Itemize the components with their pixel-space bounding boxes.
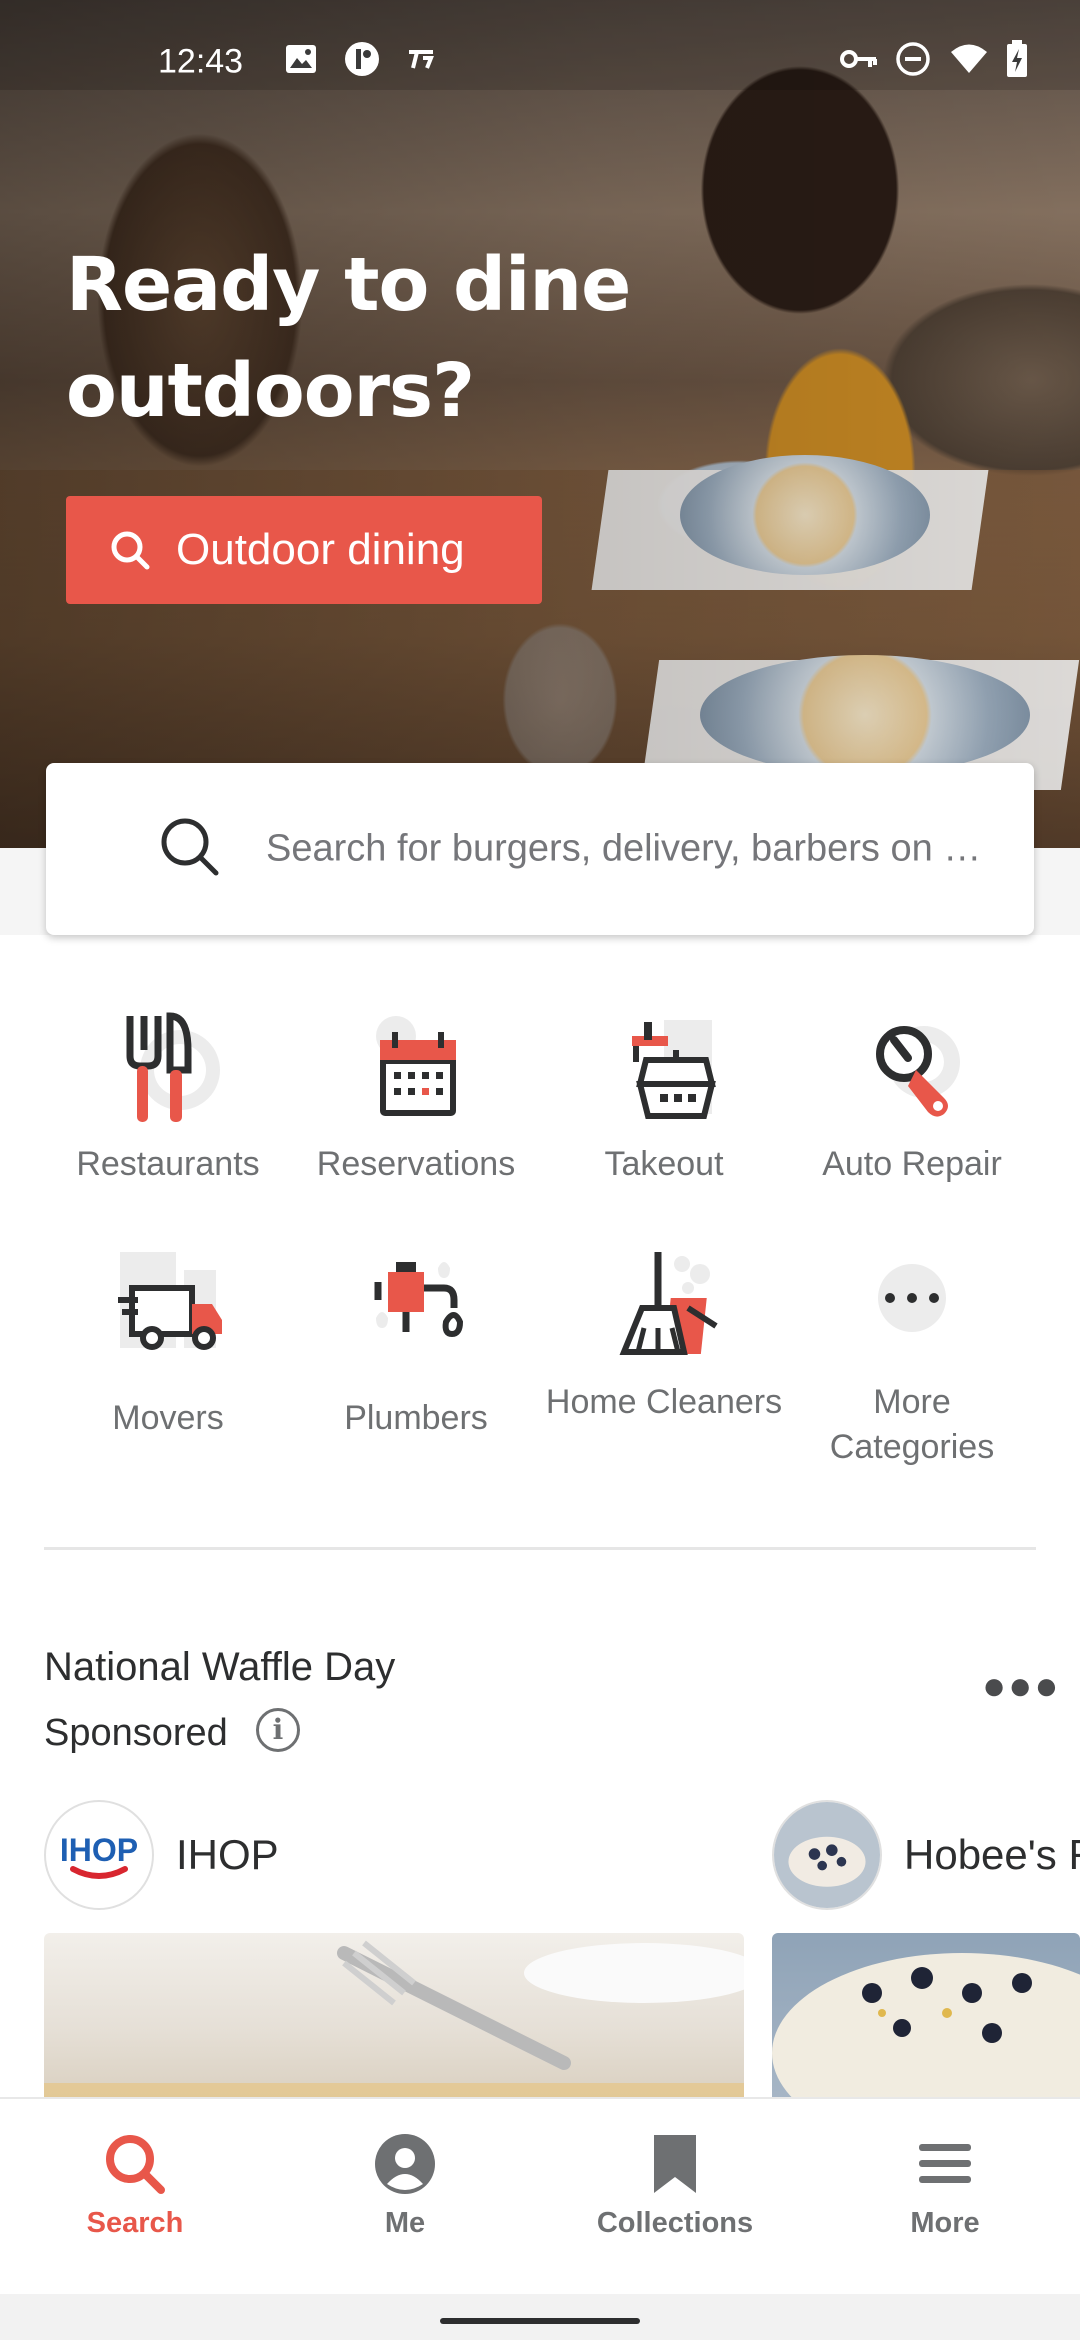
profile-icon (370, 2129, 440, 2199)
nav-label: More (910, 2207, 980, 2239)
nav-me[interactable]: Me (270, 2099, 540, 2296)
category-takeout[interactable]: Takeout (540, 1010, 788, 1187)
wifi-icon (950, 43, 988, 81)
home-gesture-bar[interactable] (440, 2318, 640, 2324)
nav-label: Collections (596, 2207, 754, 2239)
ihop-logo: IHOP (44, 1800, 154, 1910)
nav-label: Search (86, 2207, 184, 2239)
broom-icon (604, 1248, 724, 1368)
nav-search[interactable]: Search (0, 2099, 270, 2296)
business-photo[interactable] (44, 1933, 744, 2103)
app-notification-icon (343, 40, 381, 84)
app-notification-icon (405, 44, 437, 80)
takeout-box-icon (604, 1010, 724, 1130)
do-not-disturb-icon (895, 41, 931, 83)
vpn-key-icon (840, 47, 878, 77)
category-auto-repair[interactable]: Auto Repair (788, 1010, 1036, 1187)
faucet-icon (356, 1248, 476, 1368)
calendar-icon (356, 1010, 476, 1130)
sponsored-label: Sponsored (44, 1712, 228, 1754)
category-plumbers[interactable]: Plumbers (292, 1248, 540, 1441)
status-time: 12:43 (158, 42, 244, 81)
nav-collections[interactable]: Collections (540, 2099, 810, 2296)
more-dots-icon (852, 1248, 972, 1368)
category-label: More Categories (829, 1383, 995, 1466)
image-notification-icon (285, 44, 317, 80)
section-title: National Waffle Day (44, 1645, 396, 1689)
business-avatar (772, 1800, 882, 1910)
outdoor-dining-button[interactable]: Outdoor dining (66, 496, 542, 604)
category-label: Movers (112, 1399, 224, 1437)
category-reservations[interactable]: Reservations (292, 1010, 540, 1187)
bottom-navigation: Search Me Collections More (0, 2097, 1080, 2294)
business-name: IHOP (176, 1831, 279, 1878)
nav-more[interactable]: More (810, 2099, 1080, 2296)
category-label: Takeout (604, 1145, 724, 1183)
battery-charging-icon (1006, 40, 1028, 84)
business-card-header[interactable]: IHOP IHOP (44, 1800, 279, 1910)
bookmark-icon (640, 2129, 710, 2199)
section-divider (44, 1547, 1036, 1550)
category-label: Auto Repair (822, 1145, 1002, 1183)
svg-text:IHOP: IHOP (60, 1832, 138, 1868)
outdoor-dining-label: Outdoor dining (176, 525, 465, 574)
category-label: Restaurants (76, 1145, 260, 1183)
category-restaurants[interactable]: Restaurants (44, 1010, 292, 1187)
wrench-icon (852, 1010, 972, 1130)
search-icon (111, 531, 150, 570)
business-card-header[interactable]: Hobee's R (772, 1800, 1080, 1910)
nav-label: Me (384, 2207, 426, 2239)
search-icon (100, 2129, 170, 2199)
info-icon[interactable]: i (256, 1708, 300, 1752)
search-bar[interactable]: Search for burgers, delivery, barbers on… (46, 763, 1034, 935)
category-more[interactable]: More Categories (788, 1248, 1036, 1470)
menu-icon (910, 2129, 980, 2199)
category-movers[interactable]: Movers (44, 1248, 292, 1441)
category-home-cleaners[interactable]: Home Cleaners (540, 1248, 788, 1425)
status-bar: 12:43 (0, 0, 1080, 90)
moving-truck-icon (108, 1248, 228, 1368)
business-name: Hobee's R (904, 1831, 1080, 1878)
business-photo[interactable] (772, 1933, 1080, 2103)
hero-banner[interactable]: 12:43 Ready to dine outdoors? Outdoor di… (0, 0, 1080, 848)
category-label: Plumbers (344, 1399, 488, 1437)
fork-knife-icon (108, 1010, 228, 1130)
more-options-icon[interactable]: ●●● (982, 1664, 1060, 1709)
system-gesture-area (0, 2294, 1080, 2340)
search-placeholder: Search for burgers, delivery, barbers on… (266, 827, 982, 870)
search-icon (161, 818, 219, 876)
category-label: Home Cleaners (545, 1383, 783, 1421)
hero-title: Ready to dine outdoors? (66, 242, 631, 434)
category-label: Reservations (316, 1145, 516, 1183)
